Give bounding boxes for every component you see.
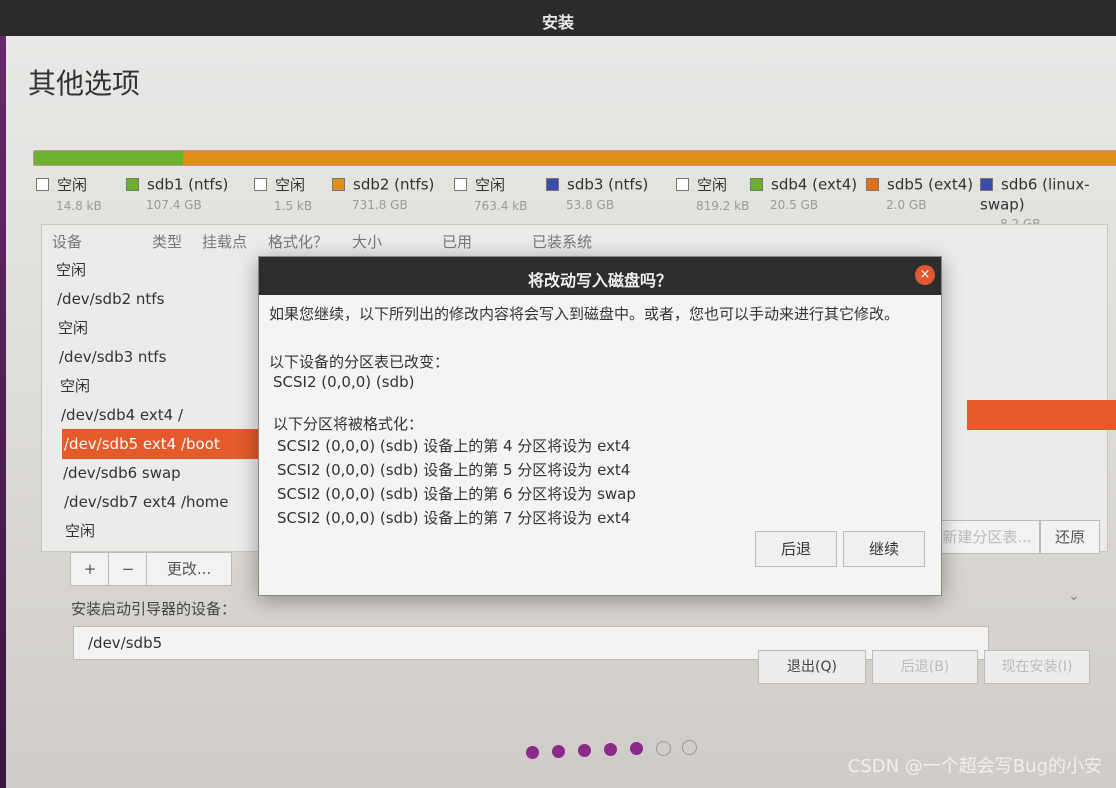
legend-swatch xyxy=(254,178,267,191)
table-changed-device: SCSI2 (0,0,0) (sdb) xyxy=(273,373,415,391)
new-partition-table-button[interactable]: 新建分区表... xyxy=(934,520,1040,554)
legend-swatch xyxy=(36,178,49,191)
legend-size: 731.8 GB xyxy=(352,197,408,212)
bootloader-label: 安装启动引导器的设备： xyxy=(71,600,237,618)
remove-partition-button[interactable]: − xyxy=(108,552,148,586)
window-title: 安装 xyxy=(541,13,574,32)
change-partition-button[interactable]: 更改... xyxy=(146,552,232,586)
format-item: SCSI2 (0,0,0) (sdb) 设备上的第 6 分区将设为 swap xyxy=(277,485,636,503)
progress-dot-pending xyxy=(682,740,697,755)
progress-dot-pending xyxy=(656,741,671,756)
legend-size: 1.5 kB xyxy=(274,199,313,213)
format-label: 以下分区将被格式化： xyxy=(273,415,424,433)
legend-swatch xyxy=(750,178,763,191)
legend-item: sdb2 (ntfs) 731.8 GB xyxy=(332,174,434,212)
legend-swatch xyxy=(980,178,993,191)
table-row[interactable]: 空闲 xyxy=(56,255,286,285)
table-row[interactable]: 空闲 xyxy=(60,371,290,401)
progress-dot-complete xyxy=(604,743,617,756)
window-titlebar: 安装 xyxy=(0,0,1116,36)
legend-size: 107.4 GB xyxy=(146,197,202,212)
table-row[interactable]: /dev/sdb4 ext4 / xyxy=(61,400,291,430)
legend-item: sdb4 (ext4) 20.5 GB xyxy=(750,174,857,212)
legend-name: sdb2 (ntfs) xyxy=(353,175,435,194)
table-row[interactable]: /dev/sdb3 ntfs xyxy=(59,342,289,372)
legend-name: 空闲 xyxy=(57,176,88,194)
legend-name: 空闲 xyxy=(697,176,728,194)
legend-swatch xyxy=(866,178,879,191)
partition-usage-bar xyxy=(33,150,1116,166)
legend-name: sdb1 (ntfs) xyxy=(147,175,229,194)
back-button[interactable]: 后退(B) xyxy=(872,650,978,684)
legend-size: 819.2 kB xyxy=(696,199,750,213)
quit-button[interactable]: 退出(Q) xyxy=(758,650,866,684)
format-item: SCSI2 (0,0,0) (sdb) 设备上的第 4 分区将设为 ext4 xyxy=(277,437,631,455)
column-header-format[interactable]: 格式化？ xyxy=(268,231,328,252)
dialog-title: 将改动写入磁盘吗？ xyxy=(527,271,672,290)
legend-item: 空闲 1.5 kB xyxy=(254,174,312,213)
install-now-button[interactable]: 现在安装(I) xyxy=(984,650,1090,684)
column-header-mount[interactable]: 挂载点 xyxy=(202,231,247,252)
write-changes-dialog: 将改动写入磁盘吗？ × 如果您继续，以下所列出的修改内容将会写入到磁盘中。或者，… xyxy=(258,256,942,596)
partition-bar-segment xyxy=(34,151,184,165)
table-row[interactable]: 空闲 xyxy=(58,313,288,343)
legend-item: sdb5 (ext4) 2.0 GB xyxy=(866,174,973,212)
format-item: SCSI2 (0,0,0) (sdb) 设备上的第 5 分区将设为 ext4 xyxy=(277,461,631,479)
progress-dot-complete xyxy=(630,742,643,755)
dialog-intro: 如果您继续，以下所列出的修改内容将会写入到磁盘中。或者，您也可以手动来进行其它修… xyxy=(269,305,900,323)
watermark: CSDN @一个超会写Bug的小安 xyxy=(847,756,1102,777)
table-changed-label: 以下设备的分区表已改变： xyxy=(269,353,450,371)
legend-swatch xyxy=(126,178,139,191)
legend-item: sdb1 (ntfs) 107.4 GB xyxy=(126,174,228,212)
legend-item: 空闲 763.4 kB xyxy=(454,174,527,213)
dialog-continue-button[interactable]: 继续 xyxy=(843,531,925,567)
table-row[interactable]: /dev/sdb2 ntfs xyxy=(57,284,287,314)
revert-button[interactable]: 还原 xyxy=(1040,520,1100,554)
legend-item: 空闲 819.2 kB xyxy=(676,174,749,213)
legend-size: 20.5 GB xyxy=(770,197,819,212)
progress-dot-complete xyxy=(552,745,565,758)
legend-size: 2.0 GB xyxy=(886,197,927,212)
close-icon[interactable]: × xyxy=(915,265,935,285)
legend-name: sdb4 (ext4) xyxy=(771,175,858,194)
format-item: SCSI2 (0,0,0) (sdb) 设备上的第 7 分区将设为 ext4 xyxy=(277,509,631,527)
column-header-used[interactable]: 已用 xyxy=(442,231,472,252)
dialog-back-button[interactable]: 后退 xyxy=(755,531,837,567)
column-header-device[interactable]: 设备 xyxy=(52,231,82,252)
legend-name: sdb3 (ntfs) xyxy=(567,175,649,194)
legend-item: sdb3 (ntfs) 53.8 GB xyxy=(546,174,648,212)
column-header-system[interactable]: 已装系统 xyxy=(532,231,592,252)
legend-item: sdb6 (linux-swap)8.2 GB xyxy=(980,174,1116,231)
legend-size: 53.8 GB xyxy=(566,197,615,212)
legend-name: 空闲 xyxy=(475,176,506,194)
legend-size: 14.8 kB xyxy=(56,199,102,213)
partition-bar-segment xyxy=(183,151,1116,165)
legend-name: 空闲 xyxy=(275,176,306,194)
selected-row-highlight xyxy=(967,400,1116,430)
legend-name: sdb6 (linux-swap) xyxy=(980,175,1090,214)
table-header: 设备 类型 挂载点 格式化？ 大小 已用 已装系统 xyxy=(42,225,1107,255)
legend-item: 空闲 14.8 kB xyxy=(36,174,102,213)
column-header-type[interactable]: 类型 xyxy=(152,231,182,252)
legend-swatch xyxy=(546,178,559,191)
legend-swatch xyxy=(676,178,689,191)
legend-swatch xyxy=(454,178,467,191)
page-title: 其他选项 xyxy=(28,67,141,100)
add-partition-button[interactable]: + xyxy=(70,552,110,586)
partition-legend: 空闲 14.8 kB sdb1 (ntfs) 107.4 GB 空闲 1.5 kB sdb2… xyxy=(6,174,1116,231)
progress-dot-complete xyxy=(526,746,539,759)
chevron-down-icon[interactable]: ⌄ xyxy=(1068,588,1080,604)
legend-size: 763.4 kB xyxy=(474,199,528,213)
legend-swatch xyxy=(332,178,345,191)
progress-dot-complete xyxy=(578,744,591,757)
dialog-titlebar: 将改动写入磁盘吗？ × xyxy=(259,257,941,295)
legend-name: sdb5 (ext4) xyxy=(887,175,974,194)
column-header-size[interactable]: 大小 xyxy=(352,231,382,252)
